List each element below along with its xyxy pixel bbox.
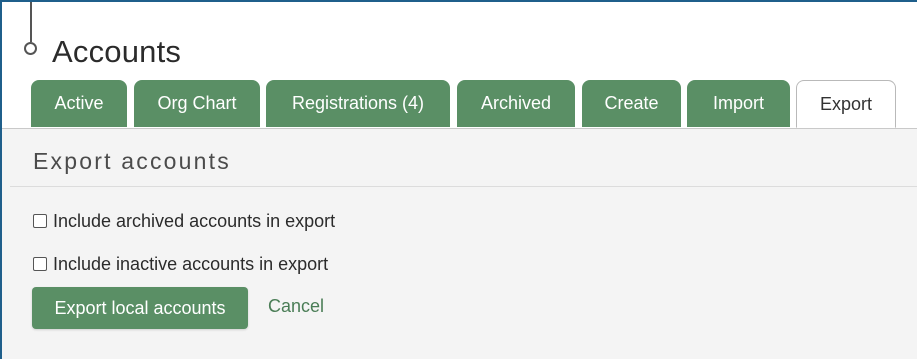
cancel-link[interactable]: Cancel bbox=[268, 296, 324, 317]
include-inactive-checkbox[interactable] bbox=[33, 257, 47, 271]
tree-node-circle-icon bbox=[24, 42, 37, 55]
tab-org-chart[interactable]: Org Chart bbox=[134, 80, 260, 127]
include-archived-label[interactable]: Include archived accounts in export bbox=[53, 211, 335, 232]
tab-create[interactable]: Create bbox=[582, 80, 681, 127]
section-divider bbox=[10, 186, 917, 187]
export-local-accounts-button[interactable]: Export local accounts bbox=[32, 287, 248, 329]
include-archived-checkbox[interactable] bbox=[33, 214, 47, 228]
include-inactive-option[interactable]: Include inactive accounts in export bbox=[33, 254, 328, 274]
section-title: Export accounts bbox=[33, 148, 231, 174]
tab-import[interactable]: Import bbox=[687, 80, 790, 127]
tree-connector-line bbox=[30, 2, 32, 42]
tab-registrations[interactable]: Registrations (4) bbox=[266, 80, 450, 127]
tab-active[interactable]: Active bbox=[31, 80, 127, 127]
page-title: Accounts bbox=[52, 34, 182, 69]
tab-archived[interactable]: Archived bbox=[457, 80, 575, 127]
include-archived-option[interactable]: Include archived accounts in export bbox=[33, 211, 335, 231]
include-inactive-label[interactable]: Include inactive accounts in export bbox=[53, 254, 328, 275]
tab-export[interactable]: Export bbox=[796, 80, 896, 128]
